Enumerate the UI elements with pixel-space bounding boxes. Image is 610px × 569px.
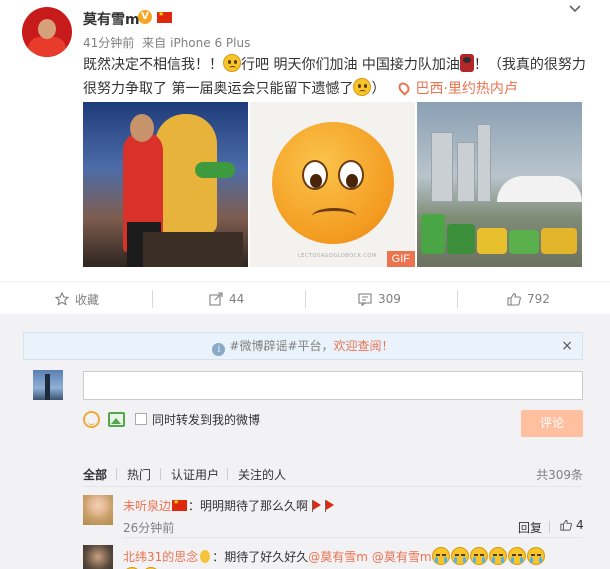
close-icon[interactable]: × <box>561 333 573 359</box>
crying-emoji-icon <box>526 547 545 565</box>
location-link[interactable]: 巴西·里约热内卢 <box>415 81 517 97</box>
comment-text: ：期待了好久好久 <box>212 550 309 564</box>
crying-emoji-icon <box>507 547 526 565</box>
forward-button[interactable]: 44 <box>209 290 244 308</box>
sad-emoji-icon <box>353 78 372 96</box>
smile-icon[interactable] <box>83 410 100 428</box>
comment-button[interactable]: 309 <box>358 290 401 308</box>
comment-count: 309 <box>378 292 401 306</box>
notice-link[interactable]: 欢迎查阅！ <box>334 339 394 353</box>
forward-icon <box>209 292 223 306</box>
sad-face-icon <box>272 122 394 244</box>
mention-link[interactable]: @莫有雪m <box>308 550 368 564</box>
thumbs-up-icon <box>507 292 521 306</box>
commenter-avatar[interactable] <box>83 545 113 569</box>
doll-emoji-icon <box>459 54 474 72</box>
star-outline-icon <box>55 292 69 306</box>
balloon-icon <box>200 550 211 563</box>
forward-checkbox-label[interactable]: 同时转发到我的微博 <box>152 411 260 428</box>
post-source[interactable]: iPhone 6 Plus <box>170 36 250 50</box>
divider <box>457 290 458 308</box>
photo-olympic-village[interactable] <box>417 102 582 267</box>
post-text-1: 既然决定不相信我！！ <box>83 57 223 73</box>
red-flag-icon <box>324 500 335 512</box>
divider <box>227 468 228 480</box>
crying-emoji-icon <box>223 54 241 72</box>
red-flag-icon <box>311 500 322 512</box>
forward-checkbox[interactable] <box>135 413 147 425</box>
divider <box>83 486 583 487</box>
favorite-label: 收藏 <box>75 292 100 307</box>
submit-comment-button[interactable]: 评论 <box>521 410 583 437</box>
comment-total: 共309条 <box>536 468 583 482</box>
source-prefix: 来自 <box>142 36 167 50</box>
vip-badge-icon[interactable]: V <box>138 10 152 24</box>
divider <box>160 468 161 480</box>
divider <box>116 468 117 480</box>
chevron-down-icon[interactable] <box>568 4 582 14</box>
mention-link[interactable]: @莫有雪m <box>372 550 432 564</box>
post-text-4: ） <box>371 81 386 97</box>
comment-like-count: 4 <box>576 518 584 532</box>
post-text: 既然决定不相信我！！ 行吧 明天你们加油 中国接力队加油 ！（我真的很努力很努力争取… <box>83 53 593 101</box>
my-avatar[interactable] <box>33 370 63 400</box>
forward-count: 44 <box>229 292 245 306</box>
filter-verified[interactable]: 认证用户 <box>171 466 219 483</box>
info-icon: i <box>212 343 226 356</box>
divider <box>152 290 153 308</box>
comment-text: ：明明期待了那么久啊 <box>188 499 309 513</box>
author-avatar[interactable] <box>22 7 72 57</box>
location-pin-icon <box>396 80 413 96</box>
china-flag-icon <box>157 10 172 23</box>
reply-button[interactable]: 回复 <box>518 519 542 536</box>
comment-icon <box>358 293 372 306</box>
crying-emoji-icon <box>469 547 488 565</box>
photo-grid: LECTOSAGOGLOBOCK.COM GIF <box>83 102 582 267</box>
divider <box>549 521 550 533</box>
post-meta: 41分钟前 来自 iPhone 6 Plus <box>83 34 254 51</box>
commenter-avatar[interactable] <box>83 495 113 525</box>
comment-input[interactable] <box>83 371 583 400</box>
divider <box>305 290 306 308</box>
filter-all[interactable]: 全部 <box>83 466 107 483</box>
filter-following[interactable]: 关注的人 <box>238 466 286 483</box>
thumbs-up-icon <box>560 519 572 531</box>
crying-emoji-icon <box>488 547 507 565</box>
photo-mascot[interactable] <box>83 102 248 267</box>
post-actions: 收藏 44 309 792 <box>0 281 610 313</box>
rumor-notice: i #微博辟谣#平台，欢迎查阅！ × <box>23 332 583 360</box>
commenter-name[interactable]: 未听泉边 <box>123 499 171 513</box>
weibo-post: 莫有雪m V 41分钟前 来自iPhone 6 Plus 既然决定不相信我！！ 行… <box>0 0 610 314</box>
post-time[interactable]: 41分钟前 <box>83 36 134 50</box>
comment-filter-bar: 全部 热门 认证用户 关注的人 共309条 <box>83 466 583 484</box>
gif-watermark: LECTOSAGOGLOBOCK.COM <box>298 253 377 259</box>
post-text-2: 行吧 明天你们加油 中国接力队加油 <box>241 57 460 73</box>
china-flag-icon <box>172 498 188 511</box>
crying-emoji-icon <box>431 547 450 565</box>
comment-time: 26分钟前 <box>123 521 175 535</box>
image-icon[interactable] <box>108 411 125 427</box>
comment-body: 北纬31的思念 ：期待了好久好久@莫有雪m @莫有雪m <box>123 547 546 565</box>
favorite-button[interactable]: 收藏 <box>55 290 99 308</box>
notice-text: #微博辟谣#平台， <box>229 339 334 353</box>
like-count: 792 <box>527 292 550 306</box>
comments-panel: i #微博辟谣#平台，欢迎查阅！ × 同时转发到我的微博 评论 全部 热门 认证用… <box>0 314 610 569</box>
commenter-name[interactable]: 北纬31的思念 <box>123 550 198 564</box>
comment-body: 未听泉边 ：明明期待了那么久啊 <box>123 497 335 514</box>
filter-hot[interactable]: 热门 <box>127 466 151 483</box>
like-button[interactable]: 792 <box>507 290 550 308</box>
author-name[interactable]: 莫有雪m <box>83 9 140 29</box>
photo-gif-emoji[interactable]: LECTOSAGOGLOBOCK.COM GIF <box>250 102 415 267</box>
gif-badge: GIF <box>386 251 415 267</box>
comment-like-button[interactable]: 4 <box>560 518 584 532</box>
comment-tools: 同时转发到我的微博 <box>83 409 260 429</box>
divider <box>123 537 583 538</box>
crying-emoji-icon <box>450 547 469 565</box>
